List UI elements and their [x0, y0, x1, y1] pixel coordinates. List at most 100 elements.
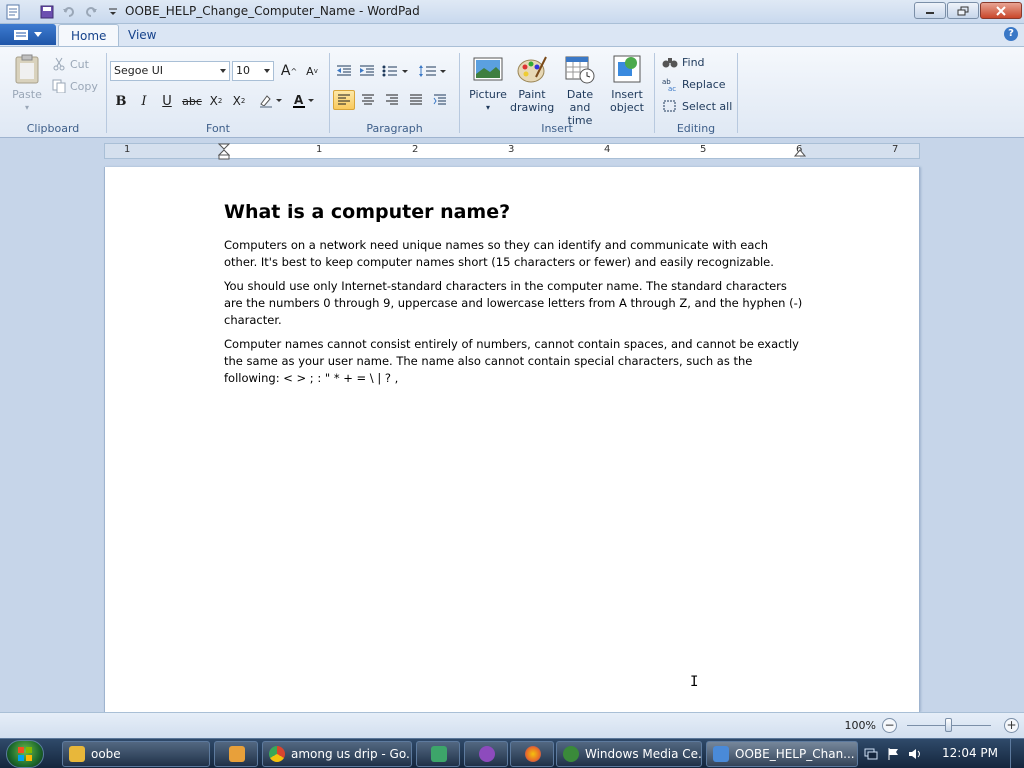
strikethrough-button[interactable]: abc: [181, 91, 203, 111]
taskbar-item-windows-media-center[interactable]: Windows Media Ce...: [556, 741, 702, 767]
paragraph-settings-button[interactable]: [429, 90, 451, 110]
align-right-button[interactable]: [381, 90, 403, 110]
insert-object-button[interactable]: Insert object: [604, 53, 650, 114]
ribbon-tab-row: Home View ?: [0, 24, 1024, 46]
italic-button[interactable]: I: [133, 91, 155, 111]
customize-qat-icon[interactable]: [104, 3, 122, 21]
taskbar-item-label: OOBE_HELP_Chan...: [735, 747, 855, 761]
superscript-button[interactable]: X2: [228, 91, 250, 111]
paragraph-group-label: Paragraph: [366, 122, 423, 135]
show-desktop-button[interactable]: [1010, 739, 1024, 768]
ruler-right-margin: [800, 144, 919, 158]
application-menu-button[interactable]: [0, 24, 56, 45]
line-spacing-button[interactable]: [417, 61, 449, 81]
document-page[interactable]: What is a computer name? Computers on a …: [104, 167, 920, 712]
taskbar: oobe among us drip - Go... Windows Media…: [0, 738, 1024, 768]
date-time-button[interactable]: Date and time: [556, 53, 604, 127]
app-icon: [479, 746, 495, 762]
font-family-dropdown[interactable]: Segoe UI: [110, 61, 230, 81]
zoom-in-button[interactable]: +: [1004, 718, 1019, 733]
restore-icon: [957, 6, 969, 15]
taskbar-item-firefox[interactable]: [510, 741, 554, 767]
align-left-button[interactable]: [333, 90, 355, 110]
paint-drawing-button[interactable]: Paint drawing: [509, 53, 555, 114]
network-icon[interactable]: [864, 747, 878, 761]
indent-marker-icon[interactable]: [218, 143, 230, 161]
minimize-icon: [926, 11, 934, 14]
right-indent-marker-icon[interactable]: [794, 148, 806, 158]
align-center-button[interactable]: [357, 90, 379, 110]
document-paragraph: Computers on a network need unique names…: [224, 238, 774, 269]
wordpad-app-icon[interactable]: [4, 3, 22, 21]
zoom-out-button[interactable]: −: [882, 718, 897, 733]
select-all-button[interactable]: Select all: [662, 97, 732, 115]
folder-icon: [69, 746, 85, 762]
font-group: Segoe UI 10 A ^ Av B I U abc X2 X2 A Font: [108, 49, 328, 137]
insert-group: Picture ▾ Paint drawing Date and time In…: [461, 49, 653, 137]
taskbar-item-label: Windows Media Ce...: [585, 747, 702, 761]
cut-button[interactable]: Cut: [52, 55, 89, 73]
redo-icon[interactable]: [82, 3, 100, 21]
insert-group-label: Insert: [541, 122, 573, 135]
title-bar: OOBE_HELP_Change_Computer_Name - WordPad: [0, 0, 1024, 24]
ruler-left-margin: [105, 144, 224, 158]
binoculars-icon: [662, 58, 678, 68]
bullet-list-button[interactable]: [381, 61, 411, 81]
group-divider: [654, 53, 655, 133]
tab-home[interactable]: Home: [58, 24, 120, 46]
calendar-clock-icon: [565, 56, 595, 84]
close-button[interactable]: [980, 2, 1022, 19]
taskbar-item-label: oobe: [91, 747, 121, 761]
taskbar-item-app[interactable]: [464, 741, 508, 767]
picture-button[interactable]: Picture ▾: [465, 53, 511, 114]
ruler-number: 3: [508, 144, 515, 155]
bullet-list-icon: [382, 65, 408, 77]
subscript-button[interactable]: X2: [205, 91, 227, 111]
replace-button[interactable]: ab ac Replace: [662, 75, 726, 93]
underline-button[interactable]: U: [156, 91, 178, 111]
window-title: OOBE_HELP_Change_Computer_Name - WordPad: [125, 4, 420, 18]
copy-button[interactable]: Copy: [52, 77, 98, 95]
find-button[interactable]: Find: [662, 53, 705, 71]
justify-icon: [410, 94, 422, 105]
font-color-button[interactable]: A: [288, 91, 318, 111]
grow-font-button[interactable]: A ^: [278, 61, 300, 81]
decrease-indent-button[interactable]: [333, 61, 355, 81]
find-label: Find: [682, 55, 705, 69]
taskbar-item-app[interactable]: [416, 741, 460, 767]
decrease-indent-icon: [337, 65, 351, 76]
shrink-font-button[interactable]: Av: [301, 61, 323, 81]
volume-icon[interactable]: [908, 747, 922, 761]
restore-button[interactable]: [947, 2, 979, 19]
justify-button[interactable]: [405, 90, 427, 110]
taskbar-item-chrome[interactable]: among us drip - Go...: [262, 741, 412, 767]
start-button[interactable]: [6, 740, 44, 768]
help-icon[interactable]: ?: [1004, 27, 1018, 41]
minimize-button[interactable]: [914, 2, 946, 19]
highlight-color-button[interactable]: [256, 91, 286, 111]
taskbar-item-wordpad[interactable]: OOBE_HELP_Chan...: [706, 741, 858, 767]
ruler-number: 2: [412, 144, 419, 155]
highlighter-icon: [260, 95, 282, 108]
font-size-dropdown[interactable]: 10: [232, 61, 274, 81]
chevron-down-icon: [264, 69, 270, 73]
taskbar-item-oobe[interactable]: oobe: [62, 741, 210, 767]
select-all-label: Select all: [682, 99, 733, 113]
action-center-flag-icon[interactable]: [886, 747, 900, 761]
font-family-value: Segoe UI: [114, 64, 164, 77]
zoom-slider-thumb[interactable]: [945, 718, 952, 732]
media-center-icon: [563, 746, 579, 762]
increase-indent-button[interactable]: [356, 61, 378, 81]
document-content[interactable]: What is a computer name? Computers on a …: [224, 201, 804, 394]
tab-view[interactable]: View: [116, 24, 168, 46]
bold-button[interactable]: B: [110, 91, 132, 111]
ruler[interactable]: 1 1 2 3 4 5 6 7: [104, 143, 920, 161]
taskbar-item-label: among us drip - Go...: [291, 747, 412, 761]
undo-icon[interactable]: [60, 3, 78, 21]
clock[interactable]: 12:04 PM: [942, 746, 998, 760]
save-icon[interactable]: [38, 3, 56, 21]
paragraph-group: Paragraph: [331, 49, 458, 137]
document-paragraph: Computer names cannot consist entirely o…: [224, 337, 799, 385]
taskbar-item-media-player[interactable]: [214, 741, 258, 767]
paste-button[interactable]: Paste ▾: [8, 53, 46, 114]
